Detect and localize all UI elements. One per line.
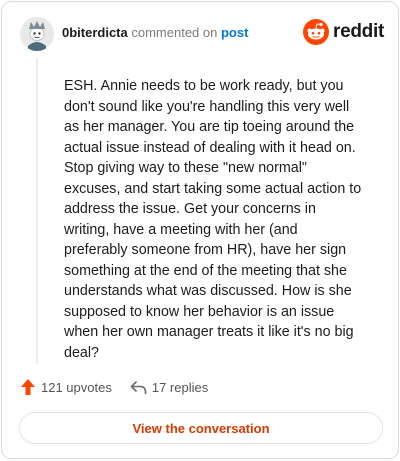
comment-text: ESH. Annie needs to be work ready, but y…	[64, 78, 362, 361]
view-conversation-button[interactable]: View the conversation	[19, 412, 383, 444]
username-link[interactable]: 0biterdicta	[62, 25, 128, 40]
post-link[interactable]: post	[221, 25, 248, 40]
upvote-count: 121 upvotes	[41, 379, 112, 395]
comment-meta: 0biterdicta commented on post	[62, 25, 303, 40]
comment-header: 0biterdicta commented on post reddit	[20, 16, 384, 52]
thread-line	[36, 58, 38, 364]
comment-footer: 121 upvotes 17 replies	[20, 378, 208, 396]
reddit-logo-icon	[303, 19, 330, 45]
replies-button[interactable]: 17 replies	[130, 380, 208, 395]
reply-arrow-icon	[130, 380, 147, 394]
reply-count: 17 replies	[151, 379, 209, 395]
commented-on-text: commented on	[127, 24, 221, 40]
brand-name: reddit	[333, 21, 384, 42]
comment-card: 0biterdicta commented on post reddit ESH…	[1, 1, 399, 459]
upvote-button[interactable]: 121 upvotes	[20, 378, 112, 396]
user-avatar-icon	[20, 17, 54, 51]
avatar[interactable]	[20, 17, 54, 51]
upvote-arrow-icon	[21, 379, 35, 395]
reddit-brand[interactable]: reddit	[303, 19, 384, 45]
